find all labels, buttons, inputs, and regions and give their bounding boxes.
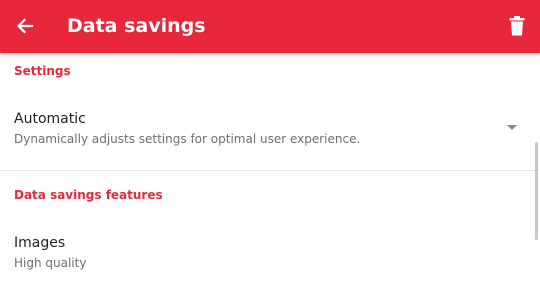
section-header-settings: Settings [14,64,71,78]
data-savings-screen: Data savings Settings Automatic Dynamica… [0,0,540,306]
preference-title: Automatic [14,111,86,127]
scrollbar[interactable] [535,142,538,240]
dropdown-arrow-icon [507,125,517,130]
preference-summary: High quality [14,256,87,270]
data-savings-mode-preference[interactable]: Automatic Dynamically adjusts settings f… [0,101,540,169]
page-title: Data savings [67,15,206,37]
divider [0,170,540,171]
app-toolbar: Data savings [0,0,540,53]
trash-icon [509,16,525,36]
back-button[interactable] [10,11,40,41]
preference-title: Images [14,235,66,251]
preference-summary: Dynamically adjusts settings for optimal… [14,132,361,146]
section-header-features: Data savings features [14,188,163,202]
arrow-left-icon [16,18,34,34]
images-preference[interactable]: Images High quality [0,225,540,285]
delete-button[interactable] [502,11,532,41]
